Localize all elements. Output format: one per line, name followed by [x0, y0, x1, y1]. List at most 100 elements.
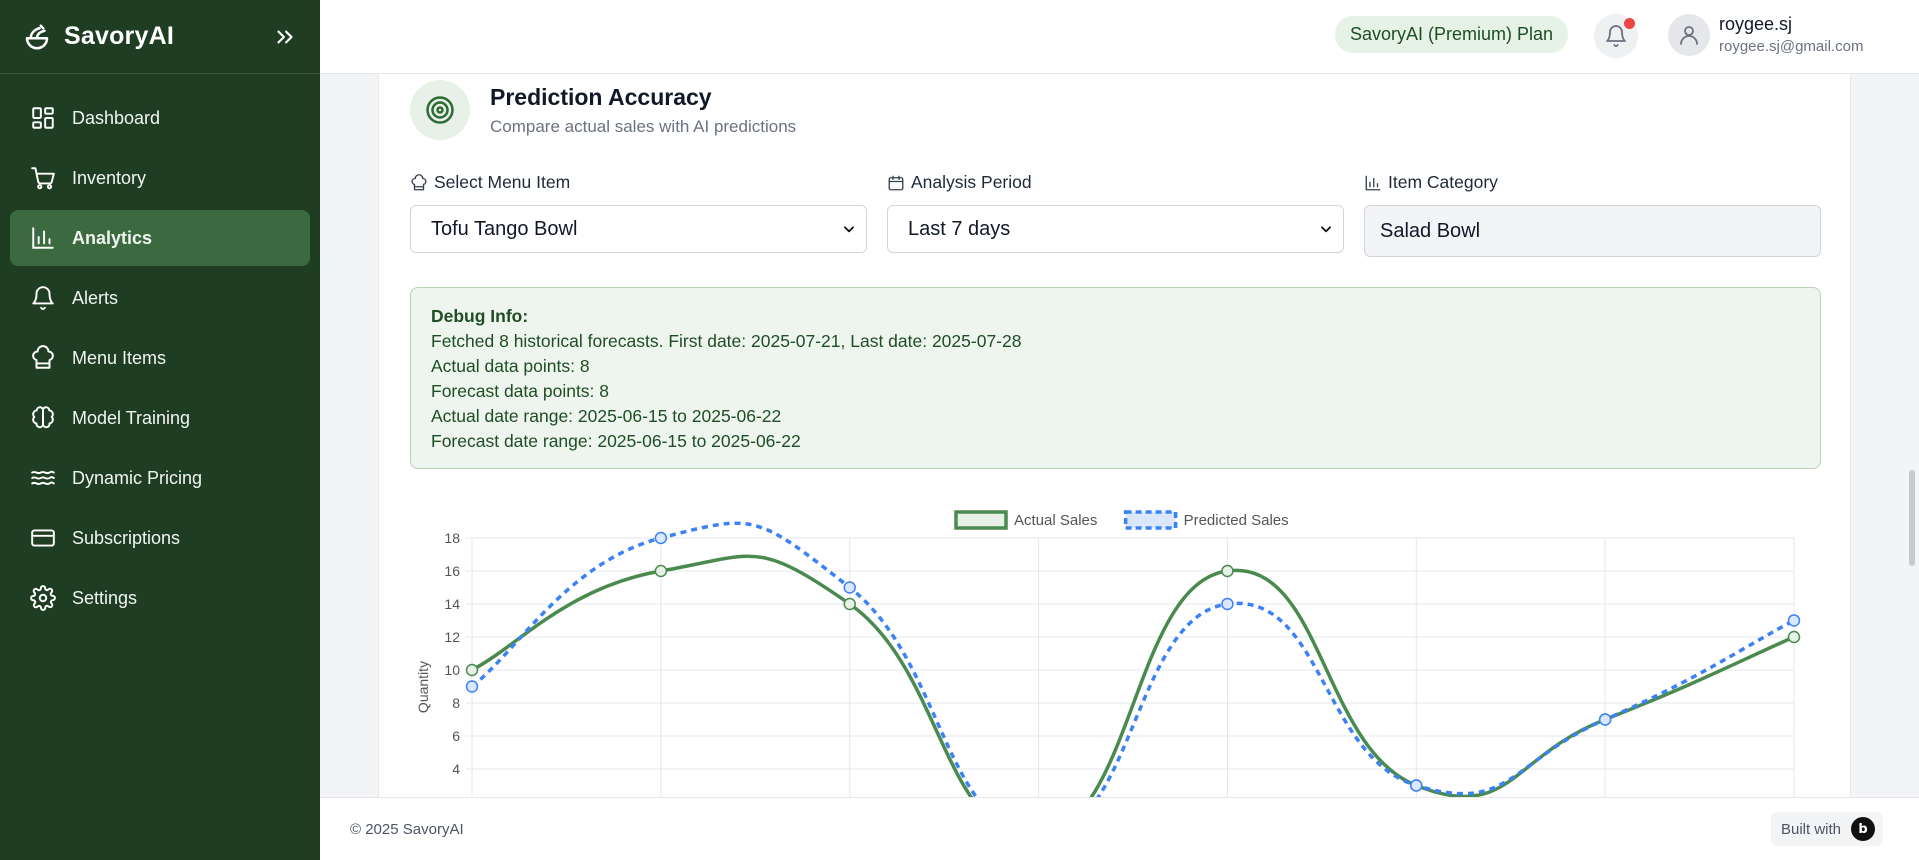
- sidebar-item-menu-items[interactable]: Menu Items: [10, 330, 310, 386]
- sidebar-item-label: Model Training: [72, 407, 191, 428]
- menu-item-label: Select Menu Item: [410, 172, 570, 193]
- brain-icon: [30, 405, 56, 431]
- legend-swatch-predicted: [1123, 510, 1178, 530]
- sidebar-item-dynamic-pricing[interactable]: Dynamic Pricing: [10, 450, 310, 506]
- actual-sales-point: [1787, 630, 1801, 644]
- predicted-sales-point: [1221, 597, 1234, 611]
- sidebar-item-label: Subscriptions: [72, 527, 181, 548]
- legend-swatch-actual: [954, 510, 1008, 530]
- chef-hat-icon: [30, 345, 56, 371]
- sidebar-item-label: Alerts: [72, 287, 119, 308]
- menu-item-label-text: Select Menu Item: [434, 172, 571, 192]
- notification-dot: [1624, 18, 1635, 29]
- chef-hat-icon: [411, 173, 427, 190]
- actual-sales-point: [465, 663, 479, 677]
- top-header: SavoryAI (Premium) Plan roygee.sj roygee…: [320, 0, 1919, 74]
- actual-sales-point: [1221, 564, 1234, 578]
- predicted-sales-point: [654, 531, 668, 545]
- waves-icon: [30, 465, 56, 491]
- scrollbar-thumb[interactable]: [1909, 470, 1915, 566]
- target-icon-wrap: [410, 80, 470, 140]
- item-category-field: Salad Bowl: [1364, 205, 1821, 257]
- menu-item-selected: Tofu Tango Bowl: [431, 217, 578, 240]
- brand: SavoryAI: [0, 0, 320, 74]
- predicted-sales-point: [843, 581, 856, 594]
- sidebar-item-alerts[interactable]: Alerts: [10, 270, 310, 326]
- sidebar-item-label: Inventory: [72, 167, 147, 188]
- sidebar-item-model-training[interactable]: Model Training: [10, 390, 310, 446]
- page-subtitle: Compare actual sales with AI predictions: [490, 117, 797, 136]
- sidebar-item-label: Analytics: [72, 227, 153, 248]
- analysis-period-label: Analysis Period: [887, 172, 1032, 193]
- predicted-sales-point: [465, 680, 479, 693]
- debug-line: Fetched 8 historical forecasts. First da…: [431, 331, 1022, 351]
- debug-title: Debug Info:: [431, 306, 529, 326]
- sidebar-item-analytics[interactable]: Analytics: [10, 210, 310, 266]
- sidebar-item-subscriptions[interactable]: Subscriptions: [10, 510, 310, 566]
- avatar[interactable]: [1668, 14, 1710, 56]
- footer: © 2025 SavoryAI Built with b: [320, 797, 1919, 860]
- debug-line: Actual date range: 2025-06-15 to 2025-06…: [431, 406, 782, 426]
- gear-icon: [30, 585, 56, 611]
- predicted-sales-line: [470, 521, 1795, 797]
- page-title: Prediction Accuracy: [490, 84, 712, 110]
- bell-icon: [1606, 25, 1626, 47]
- chevron-down-icon: [844, 226, 854, 233]
- target-icon: [426, 96, 454, 124]
- y-axis-label: Quantity: [415, 661, 431, 713]
- analysis-period-label-text: Analysis Period: [911, 172, 1032, 192]
- actual-sales-point: [843, 597, 856, 611]
- item-category-label-text: Item Category: [1388, 172, 1498, 192]
- item-category-value: Salad Bowl: [1380, 219, 1481, 242]
- menu-item-select[interactable]: Tofu Tango Bowl: [410, 205, 867, 253]
- sidebar-item-label: Menu Items: [72, 347, 167, 368]
- sidebar-item-inventory[interactable]: Inventory: [10, 150, 310, 206]
- built-with-text: Built with: [1781, 820, 1842, 838]
- prediction-accuracy-chart: 24681012141618QuantityActual SalesPredic…: [415, 510, 1801, 797]
- scrollbar-track[interactable]: [1905, 74, 1919, 797]
- user-icon: [1680, 26, 1698, 45]
- user-name: roygee.sj: [1719, 14, 1793, 34]
- y-tick-label: 8: [452, 695, 460, 711]
- analysis-period-select[interactable]: Last 7 days: [887, 205, 1344, 253]
- cart-icon: [30, 165, 56, 191]
- sidebar-item-settings[interactable]: Settings: [10, 570, 310, 626]
- sidebar-item-dashboard[interactable]: Dashboard: [10, 90, 310, 146]
- built-with-badge[interactable]: Built with b: [1771, 812, 1884, 846]
- predicted-sales-point: [1787, 614, 1801, 627]
- debug-line: Forecast data points: 8: [431, 381, 610, 401]
- bell-icon: [30, 285, 56, 311]
- predicted-sales-point: [1598, 713, 1612, 726]
- y-tick-label: 18: [444, 530, 460, 546]
- logo-icon: [25, 24, 49, 49]
- builder-logo-icon: b: [1851, 817, 1876, 841]
- dashboard-icon: [30, 105, 56, 131]
- debug-info-panel: Debug Info: Fetched 8 historical forecas…: [410, 287, 1821, 469]
- y-tick-label: 12: [444, 629, 460, 645]
- app-name: SavoryAI: [64, 22, 174, 50]
- copyright: © 2025 SavoryAI: [350, 821, 464, 838]
- analysis-period-selected: Last 7 days: [908, 217, 1011, 240]
- legend-label-actual: Actual Sales: [1014, 512, 1097, 529]
- notifications-button[interactable]: [1594, 14, 1638, 58]
- credit-card-icon: [30, 525, 56, 551]
- y-tick-label: 6: [452, 728, 460, 744]
- sidebar-item-label: Settings: [72, 587, 138, 608]
- plan-badge: SavoryAI (Premium) Plan: [1335, 16, 1569, 53]
- item-category-label: Item Category: [1364, 172, 1498, 193]
- chevron-down-icon: [1321, 226, 1331, 233]
- sidebar-nav: Dashboard Inventory Analytics Alerts Men…: [0, 74, 320, 626]
- sidebar-item-label: Dynamic Pricing: [72, 467, 203, 488]
- bar-chart-icon: [30, 225, 56, 251]
- debug-line: Actual data points: 8: [431, 356, 590, 376]
- debug-line: Forecast date range: 2025-06-15 to 2025-…: [431, 431, 801, 451]
- sidebar-item-label: Dashboard: [72, 107, 161, 128]
- predicted-sales-point: [1410, 779, 1423, 792]
- y-tick-label: 4: [452, 761, 460, 777]
- collapse-sidebar-icon[interactable]: [272, 24, 298, 50]
- legend-label-predicted: Predicted Sales: [1184, 512, 1289, 529]
- actual-sales-line: [471, 554, 1795, 797]
- actual-sales-point: [654, 564, 668, 578]
- bar-chart-icon: [1365, 175, 1381, 190]
- sidebar: SavoryAI Dashboard Inventory Analytics A…: [0, 0, 320, 860]
